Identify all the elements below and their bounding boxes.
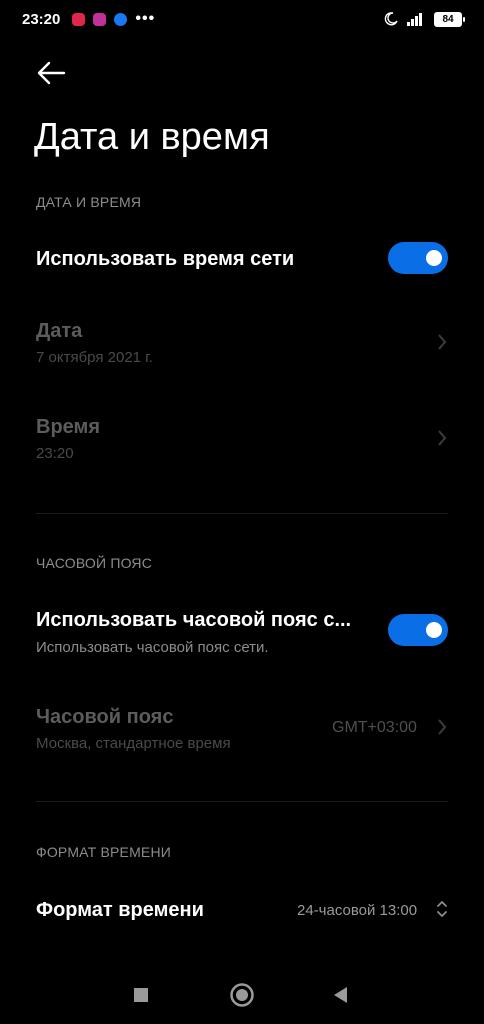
section-header-time-zone: ЧАСОВОЙ ПОЯС (36, 555, 153, 571)
back-button[interactable] (34, 58, 68, 88)
more-notifications-icon: ••• (135, 10, 156, 27)
status-time: 23:20 (22, 10, 61, 28)
toggle-knob (426, 250, 442, 266)
facebook-icon (114, 12, 128, 26)
chevron-right-icon (438, 719, 447, 735)
page-title: Дата и время (34, 116, 270, 158)
instagram-icon (93, 12, 107, 26)
network-time-toggle[interactable] (388, 242, 448, 274)
time-row[interactable]: Время 23:20 (0, 406, 484, 486)
network-time-label: Использовать время сети (36, 248, 295, 270)
recents-square-icon[interactable] (133, 987, 149, 1003)
time-label: Время (36, 416, 100, 438)
time-value: 23:20 (36, 445, 74, 462)
time-format-value: 24-часовой 13:00 (297, 902, 418, 919)
timezone-row[interactable]: Часовой пояс Москва, стандартное время G… (0, 696, 484, 768)
date-row[interactable]: Дата 7 октября 2021 г. (0, 310, 484, 390)
timezone-summary: Москва, стандартное время (36, 735, 231, 752)
network-timezone-toggle[interactable] (388, 614, 448, 646)
toggle-knob (426, 622, 442, 638)
network-timezone-row[interactable]: Использовать часовой пояс с... Использов… (0, 596, 484, 668)
home-circle-icon[interactable] (229, 982, 255, 1008)
signal-icon (407, 13, 422, 26)
date-label: Дата (36, 320, 83, 342)
divider (36, 801, 448, 802)
time-format-row[interactable]: Формат времени 24-часовой 13:00 (0, 884, 484, 936)
section-header-time-format: ФОРМАТ ВРЕМЕНИ (36, 844, 172, 860)
network-timezone-label: Использовать часовой пояс с... (36, 609, 352, 631)
status-bar: 23:20 ••• 84 (0, 0, 484, 38)
divider (36, 513, 448, 514)
notification-app-icon (72, 12, 86, 26)
date-value: 7 октября 2021 г. (36, 349, 153, 366)
back-triangle-icon[interactable] (332, 986, 348, 1004)
network-timezone-summary: Использовать часовой пояс сети. (36, 639, 269, 656)
timezone-value: GMT+03:00 (332, 719, 417, 736)
status-bar-left: 23:20 ••• (22, 10, 155, 28)
arrow-left-icon (37, 61, 66, 85)
chevron-right-icon (438, 334, 447, 350)
chevron-up-down-icon (437, 901, 447, 917)
section-header-date-time: ДАТА И ВРЕМЯ (36, 194, 142, 210)
moon-icon (384, 12, 398, 26)
battery-icon: 84 (434, 11, 465, 27)
time-format-label: Формат времени (36, 899, 204, 921)
chevron-right-icon (438, 430, 447, 446)
timezone-label: Часовой пояс (36, 706, 174, 728)
navigation-bar (0, 968, 484, 1024)
status-bar-right: 84 (384, 11, 465, 27)
network-time-row[interactable]: Использовать время сети (0, 230, 484, 292)
